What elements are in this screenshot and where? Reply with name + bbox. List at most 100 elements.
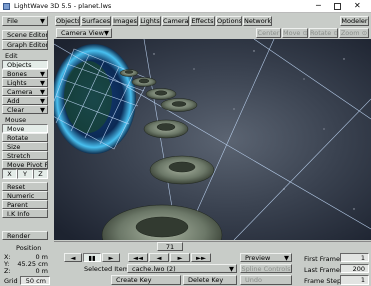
tab-options[interactable]: Options — [216, 16, 242, 26]
chevron-down-icon: ▼ — [40, 106, 45, 114]
step-forward-icon: ► — [177, 254, 183, 262]
create-key-label: Create Key — [116, 276, 152, 284]
step-back-icon: ◄ — [156, 254, 162, 262]
tab-network[interactable]: Network — [243, 16, 272, 26]
move-view-button[interactable]: Move ⊙ — [282, 28, 308, 38]
play-backward-button[interactable]: ◄ — [64, 253, 82, 262]
last-frame-value: 200 — [352, 265, 365, 273]
next-frame-button[interactable]: ► — [170, 253, 190, 262]
timeline-track[interactable]: 71 — [54, 241, 371, 251]
disc-object — [149, 155, 215, 185]
tab-camera[interactable]: Camera — [162, 16, 189, 26]
camera-viewport[interactable] — [54, 39, 371, 240]
tab-images[interactable]: Images — [112, 16, 138, 26]
mouse-rotate-button[interactable]: Rotate — [2, 133, 48, 142]
rewind-icon: ◄◄ — [133, 254, 143, 262]
frame-slider-handle[interactable]: 71 — [157, 242, 183, 251]
scene-editor-button[interactable]: Scene Editor — [2, 30, 48, 40]
last-frame-button[interactable]: ►► — [191, 253, 211, 262]
grid-size-value: 50 cm — [25, 277, 46, 285]
render-button[interactable]: Render — [2, 231, 48, 240]
edit-lights-button[interactable]: Lights ▼ — [2, 78, 48, 87]
disc-object — [119, 69, 139, 77]
edit-camera-button[interactable]: Camera ▼ — [2, 87, 48, 96]
clear-button[interactable]: Clear ▼ — [2, 105, 48, 114]
zoom-view-button[interactable]: Zoom ⊙ — [339, 28, 369, 38]
drag-icon: ⊙ — [302, 29, 308, 37]
mouse-header: Mouse — [5, 116, 27, 124]
rotate-view-button[interactable]: Rotate ⊙ — [309, 28, 338, 38]
selected-item-select[interactable]: cache.lwo (2) ▼ — [127, 264, 237, 273]
pause-button[interactable]: ▮▮ — [83, 253, 101, 262]
spline-controls-button[interactable]: Spline Controls — [240, 264, 292, 273]
undo-label: Undo — [245, 276, 262, 284]
spline-controls-label: Spline Controls — [241, 265, 291, 273]
view-select[interactable]: Camera View ▼ — [56, 28, 112, 38]
edit-bones-label: Bones — [7, 70, 27, 78]
play-backward-icon: ◄ — [70, 254, 76, 262]
center-button[interactable]: Center — [256, 28, 281, 38]
chevron-down-icon: ▼ — [104, 29, 109, 37]
edit-header: Edit — [5, 52, 18, 60]
minimize-icon[interactable]: ─ — [316, 2, 321, 10]
preview-select[interactable]: Preview ▼ — [240, 253, 292, 262]
mouse-move-label: Move — [7, 125, 25, 133]
file-button[interactable]: File ▼ — [2, 16, 48, 26]
edit-bones-button[interactable]: Bones ▼ — [2, 69, 48, 78]
graph-editor-button[interactable]: Graph Editor — [2, 40, 48, 50]
tab-objects[interactable]: Objects — [55, 16, 80, 26]
numeric-button[interactable]: Numeric — [2, 191, 48, 200]
previous-frame-button[interactable]: ◄ — [149, 253, 169, 262]
axis-z-toggle[interactable]: Z — [33, 169, 48, 179]
mouse-size-button[interactable]: Size — [2, 142, 48, 151]
tab-label: Network — [244, 17, 272, 25]
tab-surfaces[interactable]: Surfaces — [81, 16, 111, 26]
frame-step-label: Frame Step — [304, 277, 342, 285]
reset-button[interactable]: Reset — [2, 182, 48, 191]
close-icon[interactable]: ✕ — [354, 2, 361, 10]
window-title: LightWave 3D 5.5 - planet.lws — [14, 2, 112, 10]
tab-label: Effects — [191, 17, 214, 25]
mouse-move-pivot-button[interactable]: Move Pivot Pt — [2, 160, 48, 169]
edit-camera-label: Camera — [7, 88, 33, 96]
delete-key-button[interactable]: Delete Key — [183, 275, 237, 285]
add-label: Add — [7, 97, 20, 105]
maximize-icon[interactable] — [334, 3, 341, 10]
first-frame-button[interactable]: ◄◄ — [128, 253, 148, 262]
add-button[interactable]: Add ▼ — [2, 96, 48, 105]
mouse-stretch-button[interactable]: Stretch — [2, 151, 48, 160]
first-frame-value: 1 — [360, 254, 365, 262]
graph-editor-label: Graph Editor — [7, 41, 48, 49]
grid-size-field[interactable]: 50 cm — [20, 276, 50, 285]
tab-effects[interactable]: Effects — [190, 16, 215, 26]
tab-lights[interactable]: Lights — [139, 16, 161, 26]
ik-info-button[interactable]: I.K Info — [2, 209, 48, 218]
last-frame-field[interactable]: 200 — [340, 264, 369, 273]
tab-label: Options — [217, 17, 242, 25]
chevron-down-icon: ▼ — [40, 17, 45, 25]
chevron-down-icon: ▼ — [284, 254, 289, 262]
edit-lights-label: Lights — [7, 79, 27, 87]
undo-button[interactable]: Undo — [240, 275, 292, 285]
create-key-button[interactable]: Create Key — [111, 275, 181, 285]
parent-button[interactable]: Parent — [2, 200, 48, 209]
play-forward-icon: ► — [108, 254, 114, 262]
chevron-down-icon: ▼ — [40, 88, 45, 96]
center-label: Center — [257, 29, 280, 37]
disc-object — [143, 119, 189, 139]
move-view-label: Move — [283, 29, 301, 37]
position-z-value: 0 m — [35, 267, 48, 275]
scene-render — [54, 39, 371, 240]
frame-step-field[interactable]: 1 — [340, 275, 369, 285]
play-forward-button[interactable]: ► — [102, 253, 120, 262]
first-frame-label: First Frame — [304, 255, 340, 263]
axis-x-toggle[interactable]: X — [2, 169, 17, 179]
axis-y-label: Y — [23, 170, 27, 178]
mouse-move-button[interactable]: Move — [2, 124, 48, 133]
edit-objects-button[interactable]: Objects — [2, 60, 48, 69]
view-select-label: Camera View — [61, 29, 104, 37]
modeler-button[interactable]: Modeler — [340, 16, 369, 26]
grid-label: Grid — [4, 277, 18, 285]
axis-y-toggle[interactable]: Y — [17, 169, 33, 179]
first-frame-field[interactable]: 1 — [340, 253, 369, 262]
